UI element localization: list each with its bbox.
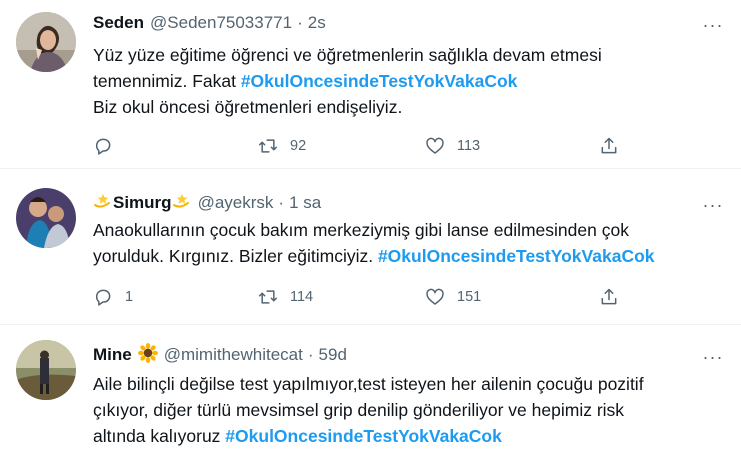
text-segment: yorulduk. Kırgınız. Bizler eğitimciyiz.: [93, 246, 378, 266]
text-line: çıkıyor, diğer türlü mevsimsel grip deni…: [93, 400, 625, 420]
timestamp[interactable]: 59d: [319, 345, 347, 365]
tweet-item[interactable]: Simurg @ayekrsk · 1 sa ··· Anaokullarını…: [0, 169, 741, 325]
tweet-item[interactable]: Seden @Seden75033771 · 2s ··· Yüz yüze e…: [0, 0, 741, 169]
avatar[interactable]: [16, 188, 76, 248]
retweet-icon: [258, 290, 278, 304]
tweet-feed: Seden @Seden75033771 · 2s ··· Yüz yüze e…: [0, 0, 741, 459]
avatar[interactable]: [16, 12, 76, 72]
share-button[interactable]: [599, 285, 619, 309]
text-line: yorulduk. Kırgınız. Bizler eğitimciyiz. …: [93, 243, 723, 269]
heart-icon: [426, 288, 444, 305]
separator-dot: ·: [307, 345, 314, 364]
text-segment: altında kalıyoruz: [93, 426, 226, 446]
like-count: 113: [457, 138, 481, 154]
author-handle[interactable]: @ayekrsk: [198, 193, 274, 213]
more-icon[interactable]: ···: [703, 195, 723, 215]
avatar[interactable]: [16, 340, 76, 400]
share-button[interactable]: [599, 134, 619, 158]
reply-count: 1: [125, 289, 134, 305]
separator-dot: ·: [297, 13, 303, 32]
share-icon: [601, 288, 617, 305]
text-line: Biz okul öncesi öğretmenleri endişeliyiz…: [93, 97, 403, 117]
text-line: altında kalıyoruz #OkulOncesindeTestYokV…: [93, 423, 723, 449]
tweet-actions: 1 114 151: [93, 285, 633, 309]
tweet-header: Simurg @ayekrsk · 1 sa: [93, 191, 321, 215]
share-icon: [601, 137, 617, 154]
tweet-text: Aile bilinçli değilse test yapılmıyor,te…: [93, 371, 723, 449]
text-line: Anaokullarının çocuk bakım merkeziymiş g…: [93, 220, 629, 240]
like-button[interactable]: 113: [425, 134, 480, 158]
tweet-header: Seden @Seden75033771 · 2s: [93, 11, 326, 35]
heart-icon: [426, 137, 444, 154]
text-segment: temennimiz. Fakat: [93, 71, 241, 91]
sunflower-icon: [137, 342, 158, 368]
text-line: Aile bilinçli değilse test yapılmıyor,te…: [93, 374, 644, 394]
tweet-actions: 92 113: [93, 134, 633, 158]
tweet-item[interactable]: Mine @mimithewhitecat · 59d ··· Aile bil…: [0, 325, 741, 459]
tweet-text: Anaokullarının çocuk bakım merkeziymiş g…: [93, 217, 723, 269]
tweet-text: Yüz yüze eğitime öğrenci ve öğretmenleri…: [93, 42, 723, 120]
hashtag-link[interactable]: #OkulOncesindeTestYokVakaCok: [225, 426, 502, 446]
separator-dot: ·: [278, 193, 285, 212]
dizzy-star-icon: [93, 191, 113, 216]
author-handle[interactable]: @Seden75033771: [150, 13, 292, 33]
like-count: 151: [457, 289, 482, 305]
author-handle[interactable]: @mimithewhitecat: [164, 345, 303, 365]
tweet-header: Mine @mimithewhitecat · 59d: [93, 342, 347, 368]
reply-icon: [95, 138, 111, 155]
retweet-count: 114: [290, 289, 314, 305]
retweet-icon: [258, 139, 278, 153]
timestamp[interactable]: 1 sa: [289, 193, 321, 213]
author-name[interactable]: Simurg: [113, 193, 172, 213]
more-icon[interactable]: ···: [703, 347, 723, 367]
retweet-button[interactable]: 92: [258, 134, 306, 158]
author-name[interactable]: Mine: [93, 345, 132, 365]
reply-button[interactable]: 1: [93, 285, 133, 309]
hashtag-link[interactable]: #OkulOncesindeTestYokVakaCok: [378, 246, 655, 266]
text-line: temennimiz. Fakat #OkulOncesindeTestYokV…: [93, 68, 723, 94]
like-button[interactable]: 151: [425, 285, 481, 309]
hashtag-link[interactable]: #OkulOncesindeTestYokVakaCok: [241, 71, 518, 91]
retweet-button[interactable]: 114: [258, 285, 313, 309]
reply-button[interactable]: [93, 134, 125, 158]
more-icon[interactable]: ···: [703, 15, 723, 35]
retweet-count: 92: [290, 138, 307, 154]
dizzy-star-icon: [172, 191, 192, 216]
author-name[interactable]: Seden: [93, 13, 144, 33]
reply-icon: [95, 289, 111, 306]
timestamp[interactable]: 2s: [308, 13, 326, 33]
text-line: Yüz yüze eğitime öğrenci ve öğretmenleri…: [93, 45, 602, 65]
